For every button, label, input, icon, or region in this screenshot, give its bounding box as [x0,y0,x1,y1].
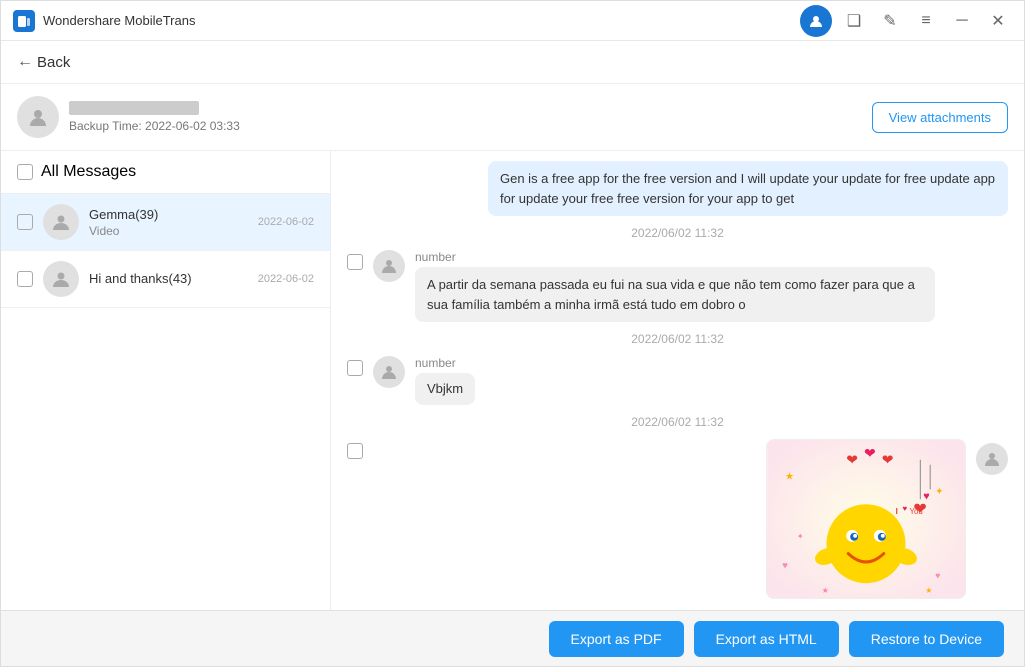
list-item[interactable]: Hi and thanks(43) 2022-06-02 [1,251,330,308]
profile-name [69,101,199,115]
timestamp-row-2: 2022/06/02 11:32 [347,332,1008,346]
svg-text:♥: ♥ [923,490,929,502]
export-pdf-button[interactable]: Export as PDF [549,621,684,657]
all-messages-checkbox[interactable] [17,164,33,180]
export-html-button[interactable]: Export as HTML [694,621,839,657]
conv-date-2: 2022-06-02 [258,273,314,285]
svg-text:I: I [896,507,898,516]
conv-checkbox-1[interactable] [17,214,33,230]
messages-area: Gen is a free app for the free version a… [331,151,1024,610]
all-messages-row: All Messages [1,151,330,194]
conv-name-2: Hi and thanks(43) [89,271,248,286]
svg-text:❤: ❤ [882,451,894,467]
svg-text:★: ★ [822,586,829,595]
message-row-image: ❤ ❤ ❤ ★ ✦ ✦ [347,439,1008,599]
window-edit-button[interactable]: ✎ [876,7,904,35]
svg-text:❤: ❤ [864,444,876,460]
msg-content-2: number Vbjkm [415,356,1008,405]
message-row-received-2: number Vbjkm [347,356,1008,405]
svg-text:♥: ♥ [903,504,908,513]
conv-avatar-1 [43,204,79,240]
msg-sender-1: number [415,250,1008,264]
window-minimize-button[interactable]: ─ [948,7,976,35]
svg-text:❤: ❤ [846,451,858,467]
profile-section: Backup Time: 2022-06-02 03:33 View attac… [1,84,1024,151]
back-button[interactable]: ← Back [17,53,70,71]
message-row-received-1: number A partir da semana passada eu fui… [347,250,1008,322]
avatar [17,96,59,138]
timestamp-row-3: 2022/06/02 11:32 [347,415,1008,429]
left-panel: All Messages Gemma(39) Video 2022-06-02 [1,151,331,610]
conv-name-1: Gemma(39) [89,207,248,222]
message-bubble-2: Vbjkm [415,373,475,405]
message-bubble: Gen is a free app for the free version a… [488,161,1008,216]
svg-text:✦: ✦ [797,531,804,540]
svg-text:♥: ♥ [935,570,940,580]
window-controls: ❑ ✎ ≡ ─ ✕ [800,5,1012,37]
list-item[interactable]: Gemma(39) Video 2022-06-02 [1,194,330,251]
msg-avatar-1 [373,250,405,282]
back-arrow-icon: ← [17,53,33,71]
svg-text:★: ★ [785,471,794,482]
sticker-svg: ❤ ❤ ❤ ★ ✦ ✦ [767,440,965,598]
back-header: ← Back [1,41,1024,84]
back-label: Back [37,54,70,71]
svg-text:♥: ♥ [782,560,788,571]
footer: Export as PDF Export as HTML Restore to … [1,610,1024,666]
svg-text:You: You [909,507,922,516]
window-view-button[interactable]: ❑ [840,7,868,35]
message-bubble-1: A partir da semana passada eu fui na sua… [415,267,935,322]
msg-avatar-img [976,443,1008,475]
conv-date-1: 2022-06-02 [258,216,314,228]
conv-avatar-2 [43,261,79,297]
msg-checkbox-2[interactable] [347,360,363,376]
profile-left: Backup Time: 2022-06-02 03:33 [17,96,240,138]
app-title-text: Wondershare MobileTrans [43,13,800,28]
app-icon [13,10,35,32]
msg-checkbox-3[interactable] [347,443,363,459]
msg-sender-2: number [415,356,1008,370]
image-right: ❤ ❤ ❤ ★ ✦ ✦ [373,439,1008,599]
conv-preview-1: Video [89,224,248,238]
backup-time: Backup Time: 2022-06-02 03:33 [69,119,240,133]
conv-info-2: Hi and thanks(43) [89,271,248,288]
msg-checkbox-1[interactable] [347,254,363,270]
svg-text:✦: ✦ [935,486,943,497]
conv-checkbox-2[interactable] [17,271,33,287]
title-bar: Wondershare MobileTrans ❑ ✎ ≡ ─ ✕ [1,1,1024,41]
view-attachments-button[interactable]: View attachments [872,102,1008,133]
window-menu-button[interactable]: ≡ [912,7,940,35]
message-row-sent: Gen is a free app for the free version a… [347,161,1008,216]
msg-avatar-2 [373,356,405,388]
main-content: All Messages Gemma(39) Video 2022-06-02 [1,151,1024,610]
svg-text:★: ★ [925,586,932,595]
profile-button[interactable] [800,5,832,37]
app-window: Wondershare MobileTrans ❑ ✎ ≡ ─ ✕ ← Back… [0,0,1025,667]
restore-device-button[interactable]: Restore to Device [849,621,1004,657]
conv-info-1: Gemma(39) Video [89,207,248,238]
msg-content-1: number A partir da semana passada eu fui… [415,250,1008,322]
profile-info: Backup Time: 2022-06-02 03:33 [69,101,240,133]
all-messages-label: All Messages [41,163,136,181]
timestamp-row: 2022/06/02 11:32 [347,226,1008,240]
window-close-button[interactable]: ✕ [984,7,1012,35]
conversation-list: Gemma(39) Video 2022-06-02 Hi and thanks… [1,194,330,610]
right-panel: Gen is a free app for the free version a… [331,151,1024,610]
sticker-image: ❤ ❤ ❤ ★ ✦ ✦ [766,439,966,599]
